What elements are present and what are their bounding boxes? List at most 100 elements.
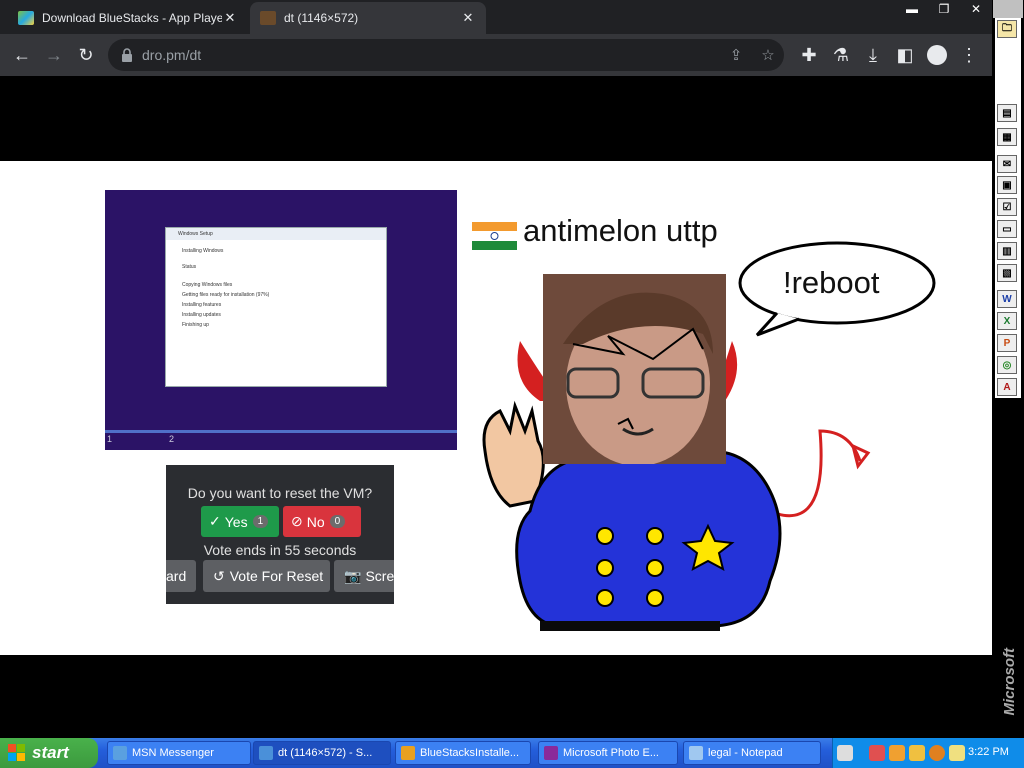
page-viewport: Windows Setup Installing Windows Status … [0,76,992,738]
vm-line: Installing updates [182,312,221,318]
task-label: Microsoft Photo E... [563,747,659,759]
taskbar: start MSN Messenger dt (1146×572) - S...… [0,738,1024,768]
task-icon[interactable]: ☑ [997,198,1017,216]
note-icon[interactable]: ▧ [997,264,1017,282]
download-icon[interactable]: ⤓ [861,43,885,67]
new-document-icon[interactable]: ▤ [997,104,1017,122]
webcam-face-image [543,274,726,464]
tab-title: dt (1146×572) [284,11,359,25]
keyboard-button-label: ard [166,568,187,584]
vote-for-reset-button[interactable]: ↺ Vote For Reset [203,560,330,592]
vm-line: Status [182,264,197,270]
extensions-puzzle-icon[interactable]: ✚ [797,43,821,67]
vm-line: Getting files ready for installation (97… [182,292,270,298]
close-window-button[interactable]: ✕ [960,0,992,18]
tray-app-icon[interactable] [949,745,965,761]
side-panel-icon[interactable]: ◧ [893,43,917,67]
task-chrome[interactable]: dt (1146×572) - S... [253,741,391,765]
labs-flask-icon[interactable]: ⚗ [829,43,853,67]
close-icon[interactable]: ✕ [460,10,476,26]
profile-avatar-icon[interactable] [925,43,949,67]
microsoft-label: Microsoft [1001,648,1018,716]
vm-line: Copying Windows files [182,282,233,288]
tray-app-icon[interactable] [889,745,905,761]
task-label: BlueStacksInstalle... [420,747,520,759]
browser-window: Download BlueStacks - App Player o ✕ dt … [0,0,992,738]
search-icon[interactable] [929,745,945,761]
vm-step-1: 1 [107,434,113,444]
access-icon[interactable]: A [997,378,1017,396]
chrome-icon [259,746,273,760]
restore-button[interactable]: ❐ [928,0,960,18]
word-icon[interactable]: W [997,290,1017,308]
address-bar[interactable]: dro.pm/dt ⇪ ☆ [108,39,784,71]
reload-icon[interactable]: ↻ [74,43,98,67]
minimize-button[interactable]: ▬ [896,0,928,18]
task-label: MSN Messenger [132,747,214,759]
msn-icon [113,746,127,760]
mail-icon[interactable]: ✉ [997,155,1017,173]
vm-steps: 1 2 [105,434,457,448]
vote-no-button[interactable]: ⊘ No 0 [283,506,361,537]
vm-line: Installing Windows [182,248,224,254]
vm-dialog-title: Windows Setup [166,228,386,240]
vm-line: Finishing up [182,322,209,328]
stream-image: Windows Setup Installing Windows Status … [0,161,992,655]
tray-app-icon[interactable] [909,745,925,761]
task-notepad[interactable]: legal - Notepad [683,741,821,765]
vote-for-reset-label: Vote For Reset [229,568,324,584]
vote-no-label: No [306,513,325,530]
undo-icon: ↺ [213,567,225,584]
window-controls: ▬ ❐ ✕ [896,0,992,18]
menu-kebab-icon[interactable]: ⋮ [957,43,981,67]
calendar-icon[interactable]: ▣ [997,176,1017,194]
open-document-icon[interactable]: ▦ [997,128,1017,146]
keyboard-icon[interactable] [837,745,853,761]
vote-panel: Do you want to reset the VM? ✓ Yes 1 ⊘ N… [166,465,394,604]
contact-icon[interactable]: ▭ [997,220,1017,238]
task-msn-messenger[interactable]: MSN Messenger [107,741,251,765]
camera-icon: 📷 [344,567,362,584]
vm-line: Installing features [182,302,222,308]
tab-dt[interactable]: dt (1146×572) ✕ [250,2,486,34]
start-label: start [32,743,69,762]
face-drawing [543,274,726,464]
check-icon: ✓ [209,513,221,529]
start-button[interactable]: start [0,738,98,768]
vm-step-2: 2 [169,434,175,444]
installer-icon [401,746,415,760]
excel-icon[interactable]: X [997,312,1017,330]
vote-question: Do you want to reset the VM? [187,485,373,501]
vote-timer: Vote ends in 55 seconds [203,542,357,558]
vm-screenshot: Windows Setup Installing Windows Status … [105,190,457,450]
screenshot-button-label: Scree [365,568,394,584]
tab-strip: Download BlueStacks - App Player o ✕ dt … [0,0,992,34]
vm-progress-bar [105,430,457,433]
vote-yes-count: 1 [252,515,269,528]
screenshot-button[interactable]: 📷 Scree [334,560,394,592]
task-bluestacks-installer[interactable]: BlueStacksInstalle... [395,741,531,765]
vote-yes-label: Yes [224,513,248,530]
share-icon[interactable]: ⇪ [726,45,746,65]
ban-icon: ⊘ [291,513,303,529]
keyboard-button[interactable]: ard [166,560,196,592]
photo-editor-icon [544,746,558,760]
back-arrow-icon[interactable]: ← [10,43,34,67]
task-photo-editor[interactable]: Microsoft Photo E... [538,741,678,765]
vote-yes-button[interactable]: ✓ Yes 1 [201,506,279,537]
folder-icon[interactable]: 🗀 [997,20,1017,38]
close-icon[interactable]: ✕ [222,10,238,26]
forward-arrow-icon[interactable]: → [42,43,66,67]
powerpoint-icon[interactable]: P [997,334,1017,352]
image-tab-icon [260,11,276,25]
vm-setup-dialog: Windows Setup Installing Windows Status … [165,227,387,387]
journal-icon[interactable]: ▥ [997,242,1017,260]
tab-title: Download BlueStacks - App Player o [42,11,222,25]
publisher-icon[interactable]: ◎ [997,356,1017,374]
tray-app-icon[interactable] [869,745,885,761]
browser-toolbar: ← → ↻ dro.pm/dt ⇪ ☆ ✚ ⚗ ⤓ ◧ ⋮ [0,34,992,76]
bookmark-star-icon[interactable]: ☆ [758,45,778,65]
notepad-icon [689,746,703,760]
office-bar-handle[interactable] [993,0,1023,18]
tab-bluestacks[interactable]: Download BlueStacks - App Player o ✕ [8,2,248,34]
